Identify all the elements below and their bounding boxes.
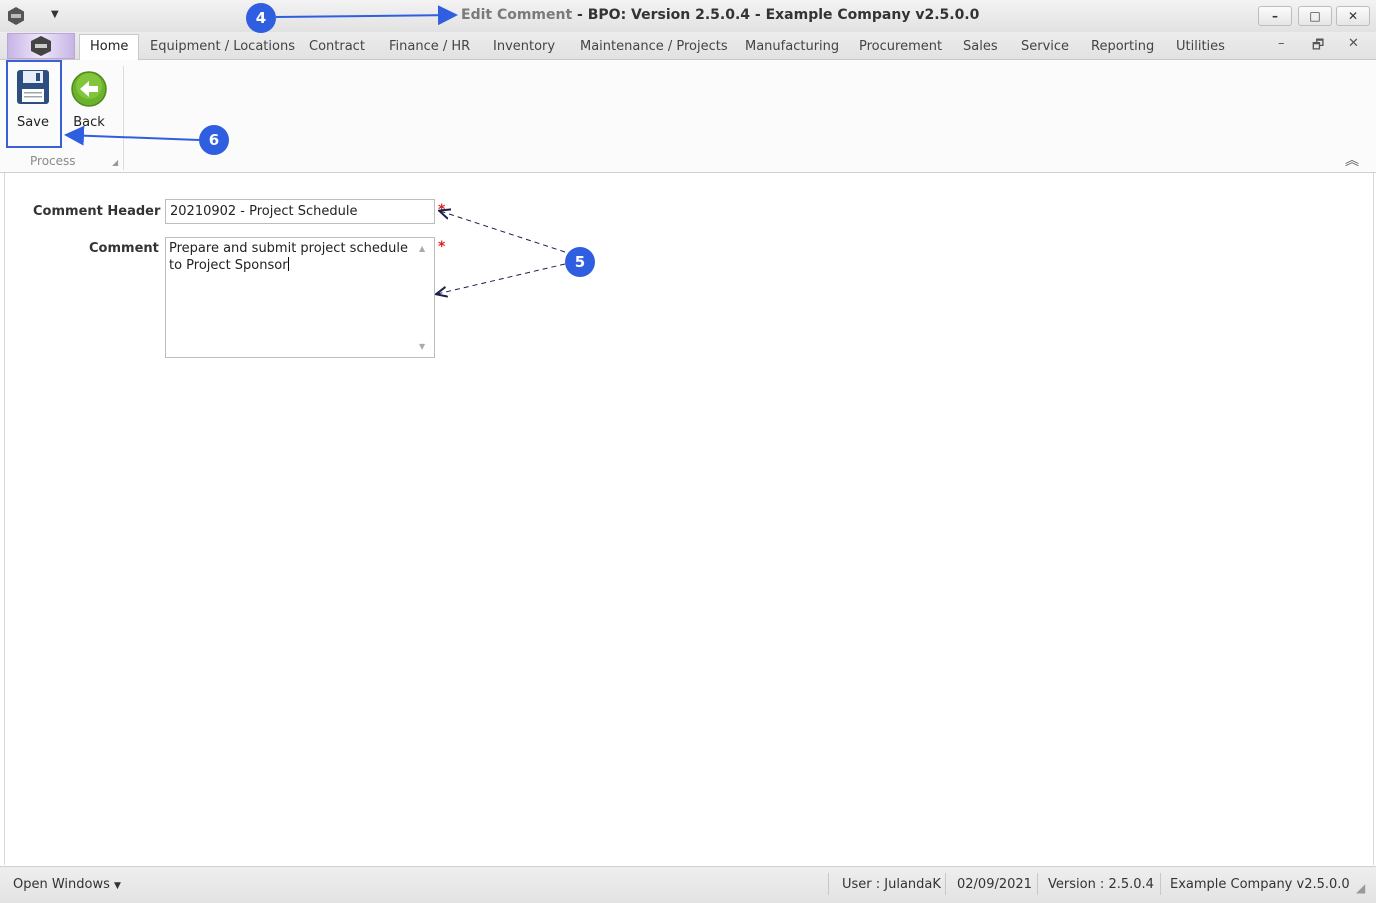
callout-badge-5: 5	[565, 247, 595, 277]
status-user: User : JulandaK	[842, 877, 941, 892]
callout-6-arrow	[64, 125, 200, 146]
callout-badge-6: 6	[199, 125, 229, 155]
status-divider	[828, 873, 829, 895]
status-company: Example Company v2.5.0.0	[1170, 877, 1350, 892]
resize-grip-icon[interactable]: ◢	[1356, 881, 1365, 895]
callout-5-arrow-b	[437, 263, 566, 294]
status-divider	[945, 873, 946, 895]
status-divider	[1160, 873, 1161, 895]
open-windows-dropdown[interactable]: Open Windows ▼	[13, 877, 121, 892]
status-version: Version : 2.5.0.4	[1048, 877, 1154, 892]
callout-5-arrow-a	[440, 211, 566, 253]
status-divider	[1037, 873, 1038, 895]
status-bar: Open Windows ▼ User : JulandaK 02/09/202…	[0, 866, 1376, 903]
callout-4-arrow	[275, 5, 458, 26]
callout-badge-4: 4	[246, 3, 276, 33]
status-date: 02/09/2021	[957, 877, 1032, 892]
open-windows-label: Open Windows	[13, 877, 110, 892]
chevron-down-icon: ▼	[114, 881, 121, 891]
